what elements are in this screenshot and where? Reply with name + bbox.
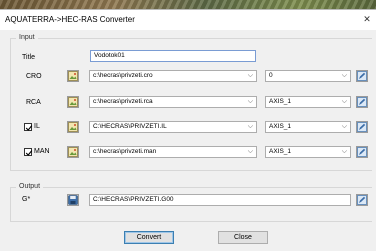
il-edit-button[interactable] xyxy=(356,121,368,133)
image-icon xyxy=(68,97,78,107)
cro-option-value: 0 xyxy=(269,72,273,79)
rca-option-value: AXIS_1 xyxy=(269,98,292,105)
title-bar: AQUATERRA->HEC-RAS Converter ✕ xyxy=(0,10,376,30)
title-label: Title xyxy=(22,54,35,61)
man-path-combo[interactable]: c:\hecras\privzeti.man ⌵ xyxy=(89,146,257,158)
output-path-input[interactable]: C:\HECRAS\PRIVZETI.G00 xyxy=(89,194,351,206)
man-browse-button[interactable] xyxy=(67,146,79,158)
chevron-down-icon: ⌵ xyxy=(341,148,347,155)
close-button[interactable]: Close xyxy=(218,231,268,244)
output-label: G* xyxy=(22,196,31,203)
edit-icon xyxy=(357,147,367,157)
il-path-value: C:\HECRAS\PRIVZETI.IL xyxy=(93,123,167,130)
edit-icon xyxy=(357,71,367,81)
desktop-backdrop xyxy=(0,0,376,9)
cro-browse-button[interactable] xyxy=(67,70,79,82)
cro-option-combo[interactable]: 0 ⌵ xyxy=(265,70,351,82)
convert-button[interactable]: Convert xyxy=(124,231,174,244)
il-option-value: AXIS_1 xyxy=(269,123,292,130)
input-group-legend: Input xyxy=(16,34,38,41)
cro-label: CRO xyxy=(26,73,42,80)
image-icon xyxy=(68,147,78,157)
output-save-button[interactable] xyxy=(67,194,79,206)
chevron-down-icon: ⌵ xyxy=(247,123,253,130)
rca-path-value: c:\hecras\privzeti.rca xyxy=(93,98,153,105)
man-path-value: c:\hecras\privzeti.man xyxy=(93,148,157,155)
rca-option-combo[interactable]: AXIS_1 ⌵ xyxy=(265,96,351,108)
converter-dialog: AQUATERRA->HEC-RAS Converter ✕ Input Tit… xyxy=(0,9,376,251)
edit-icon xyxy=(357,122,367,132)
cro-path-value: c:\hecras\privzeti.cro xyxy=(93,72,153,79)
edit-icon xyxy=(357,195,367,205)
checkmark-icon xyxy=(25,125,33,131)
save-icon xyxy=(68,195,78,205)
man-option-combo[interactable]: AXIS_1 ⌵ xyxy=(265,146,351,158)
checkmark-icon xyxy=(25,150,33,156)
rca-browse-button[interactable] xyxy=(67,96,79,108)
chevron-down-icon: ⌵ xyxy=(247,98,253,105)
il-path-combo[interactable]: C:\HECRAS\PRIVZETI.IL ⌵ xyxy=(89,121,257,133)
output-group-legend: Output xyxy=(16,183,44,190)
rca-edit-button[interactable] xyxy=(356,96,368,108)
chevron-down-icon: ⌵ xyxy=(341,123,347,130)
chevron-down-icon: ⌵ xyxy=(247,72,253,79)
man-edit-button[interactable] xyxy=(356,146,368,158)
chevron-down-icon: ⌵ xyxy=(247,148,253,155)
man-option-value: AXIS_1 xyxy=(269,148,292,155)
man-checkbox[interactable] xyxy=(24,148,33,156)
chevron-down-icon: ⌵ xyxy=(341,72,347,79)
il-label: IL xyxy=(34,123,40,130)
cro-edit-button[interactable] xyxy=(356,70,368,82)
output-edit-button[interactable] xyxy=(356,194,368,206)
rca-path-combo[interactable]: c:\hecras\privzeti.rca ⌵ xyxy=(89,96,257,108)
edit-icon xyxy=(357,97,367,107)
chevron-down-icon: ⌵ xyxy=(341,98,347,105)
image-icon xyxy=(68,71,78,81)
image-icon xyxy=(68,122,78,132)
man-label: MAN xyxy=(34,148,50,155)
title-input[interactable]: Vodotok01 xyxy=(90,50,256,62)
il-browse-button[interactable] xyxy=(67,121,79,133)
il-option-combo[interactable]: AXIS_1 ⌵ xyxy=(265,121,351,133)
window-title: AQUATERRA->HEC-RAS Converter xyxy=(5,15,135,24)
rca-label: RCA xyxy=(26,99,41,106)
il-checkbox[interactable] xyxy=(24,123,33,131)
close-window-icon[interactable]: ✕ xyxy=(361,13,373,25)
cro-path-combo[interactable]: c:\hecras\privzeti.cro ⌵ xyxy=(89,70,257,82)
